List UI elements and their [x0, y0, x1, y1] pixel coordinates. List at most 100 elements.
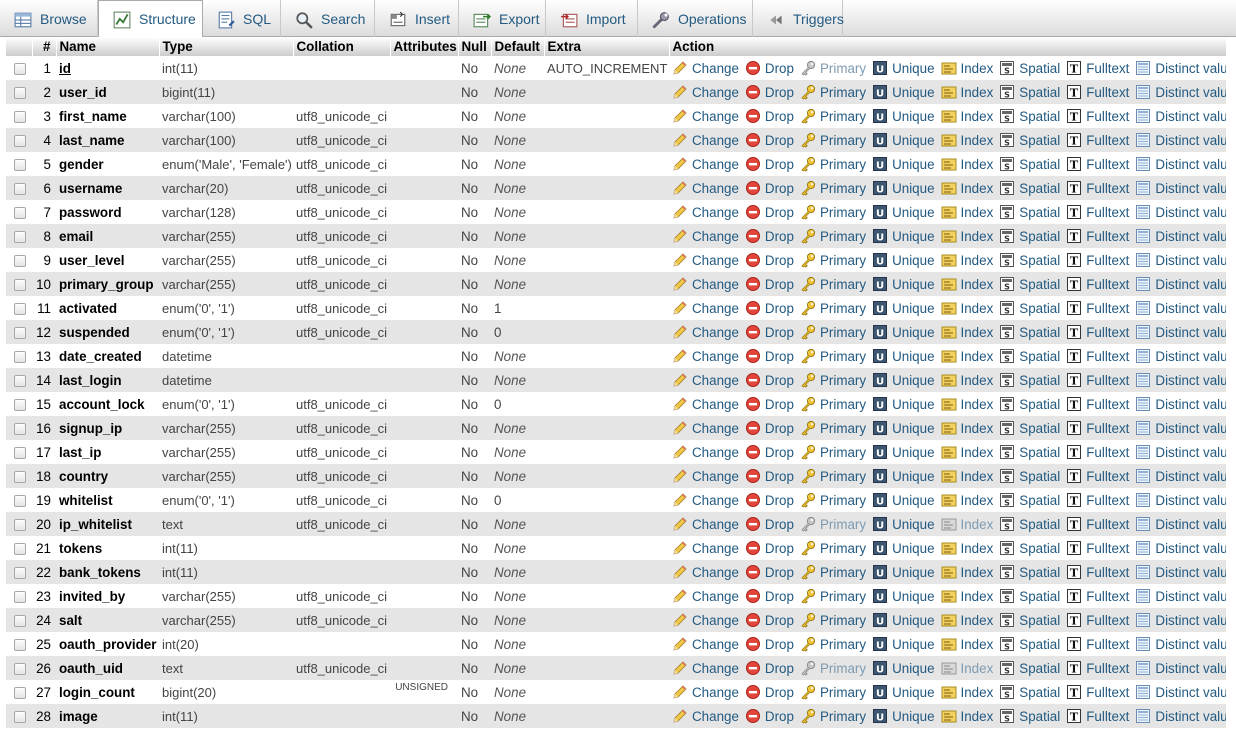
- fulltext-action[interactable]: T Fulltext: [1066, 108, 1129, 124]
- col-null[interactable]: Null: [458, 37, 492, 56]
- distinct-action[interactable]: Distinct values: [1135, 708, 1226, 724]
- drop-action[interactable]: Drop: [745, 564, 794, 580]
- change-action[interactable]: Change: [672, 492, 739, 508]
- row-checkbox[interactable]: [14, 350, 26, 363]
- drop-action[interactable]: Drop: [745, 372, 794, 388]
- distinct-action[interactable]: Distinct values: [1135, 564, 1226, 580]
- change-action[interactable]: Change: [672, 612, 739, 628]
- index-action[interactable]: Index: [941, 180, 993, 196]
- primary-action[interactable]: Primary: [800, 108, 866, 124]
- spatial-action[interactable]: S Spatial: [999, 684, 1060, 700]
- index-action[interactable]: Index: [941, 516, 993, 532]
- spatial-action[interactable]: S Spatial: [999, 444, 1060, 460]
- distinct-action[interactable]: Distinct values: [1135, 468, 1226, 484]
- unique-action[interactable]: U Unique: [872, 204, 935, 220]
- row-checkbox[interactable]: [14, 662, 26, 675]
- distinct-action[interactable]: Distinct values: [1135, 60, 1226, 76]
- distinct-action[interactable]: Distinct values: [1135, 684, 1226, 700]
- row-checkbox[interactable]: [14, 398, 26, 411]
- spatial-action[interactable]: S Spatial: [999, 636, 1060, 652]
- fulltext-action[interactable]: T Fulltext: [1066, 684, 1129, 700]
- spatial-action[interactable]: S Spatial: [999, 540, 1060, 556]
- index-action[interactable]: Index: [941, 588, 993, 604]
- row-checkbox[interactable]: [14, 446, 26, 459]
- unique-action[interactable]: U Unique: [872, 300, 935, 316]
- row-checkbox[interactable]: [14, 710, 26, 723]
- fulltext-action[interactable]: T Fulltext: [1066, 444, 1129, 460]
- index-action[interactable]: Index: [941, 108, 993, 124]
- spatial-action[interactable]: S Spatial: [999, 660, 1060, 676]
- index-action[interactable]: Index: [941, 684, 993, 700]
- unique-action[interactable]: U Unique: [872, 132, 935, 148]
- drop-action[interactable]: Drop: [745, 228, 794, 244]
- spatial-action[interactable]: S Spatial: [999, 348, 1060, 364]
- unique-action[interactable]: U Unique: [872, 660, 935, 676]
- index-action[interactable]: Index: [941, 132, 993, 148]
- change-action[interactable]: Change: [672, 324, 739, 340]
- row-checkbox[interactable]: [14, 86, 26, 99]
- change-action[interactable]: Change: [672, 420, 739, 436]
- spatial-action[interactable]: S Spatial: [999, 492, 1060, 508]
- unique-action[interactable]: U Unique: [872, 444, 935, 460]
- primary-action[interactable]: Primary: [800, 540, 866, 556]
- row-checkbox[interactable]: [14, 254, 26, 267]
- primary-action[interactable]: Primary: [800, 372, 866, 388]
- primary-action[interactable]: Primary: [800, 180, 866, 196]
- fulltext-action[interactable]: T Fulltext: [1066, 468, 1129, 484]
- primary-action[interactable]: Primary: [800, 684, 866, 700]
- change-action[interactable]: Change: [672, 396, 739, 412]
- primary-action[interactable]: Primary: [800, 396, 866, 412]
- fulltext-action[interactable]: T Fulltext: [1066, 228, 1129, 244]
- fulltext-action[interactable]: T Fulltext: [1066, 132, 1129, 148]
- primary-action[interactable]: Primary: [800, 708, 866, 724]
- drop-action[interactable]: Drop: [745, 300, 794, 316]
- row-checkbox[interactable]: [14, 422, 26, 435]
- distinct-action[interactable]: Distinct values: [1135, 636, 1226, 652]
- col-type[interactable]: Type: [159, 37, 294, 56]
- row-checkbox[interactable]: [14, 374, 26, 387]
- distinct-action[interactable]: Distinct values: [1135, 252, 1226, 268]
- unique-action[interactable]: U Unique: [872, 324, 935, 340]
- row-checkbox[interactable]: [14, 182, 26, 195]
- unique-action[interactable]: U Unique: [872, 372, 935, 388]
- fulltext-action[interactable]: T Fulltext: [1066, 252, 1129, 268]
- row-checkbox[interactable]: [14, 206, 26, 219]
- distinct-action[interactable]: Distinct values: [1135, 276, 1226, 292]
- fulltext-action[interactable]: T Fulltext: [1066, 276, 1129, 292]
- drop-action[interactable]: Drop: [745, 156, 794, 172]
- change-action[interactable]: Change: [672, 228, 739, 244]
- row-checkbox[interactable]: [14, 638, 26, 651]
- change-action[interactable]: Change: [672, 276, 739, 292]
- row-checkbox[interactable]: [14, 326, 26, 339]
- unique-action[interactable]: U Unique: [872, 396, 935, 412]
- distinct-action[interactable]: Distinct values: [1135, 540, 1226, 556]
- row-checkbox[interactable]: [14, 278, 26, 291]
- change-action[interactable]: Change: [672, 252, 739, 268]
- distinct-action[interactable]: Distinct values: [1135, 204, 1226, 220]
- drop-action[interactable]: Drop: [745, 492, 794, 508]
- index-action[interactable]: Index: [941, 84, 993, 100]
- change-action[interactable]: Change: [672, 660, 739, 676]
- unique-action[interactable]: U Unique: [872, 684, 935, 700]
- row-checkbox[interactable]: [14, 62, 26, 75]
- index-action[interactable]: Index: [941, 564, 993, 580]
- primary-action[interactable]: Primary: [800, 60, 866, 76]
- primary-action[interactable]: Primary: [800, 516, 866, 532]
- distinct-action[interactable]: Distinct values: [1135, 372, 1226, 388]
- change-action[interactable]: Change: [672, 108, 739, 124]
- primary-action[interactable]: Primary: [800, 636, 866, 652]
- spatial-action[interactable]: S Spatial: [999, 204, 1060, 220]
- row-checkbox[interactable]: [14, 542, 26, 555]
- distinct-action[interactable]: Distinct values: [1135, 324, 1226, 340]
- drop-action[interactable]: Drop: [745, 612, 794, 628]
- tab-import[interactable]: Import: [546, 0, 638, 37]
- distinct-action[interactable]: Distinct values: [1135, 612, 1226, 628]
- drop-action[interactable]: Drop: [745, 60, 794, 76]
- col-collation[interactable]: Collation: [293, 37, 391, 56]
- spatial-action[interactable]: S Spatial: [999, 132, 1060, 148]
- primary-action[interactable]: Primary: [800, 564, 866, 580]
- drop-action[interactable]: Drop: [745, 348, 794, 364]
- primary-action[interactable]: Primary: [800, 132, 866, 148]
- col-name[interactable]: Name: [56, 37, 160, 56]
- tab-sql[interactable]: SQL: [203, 0, 281, 37]
